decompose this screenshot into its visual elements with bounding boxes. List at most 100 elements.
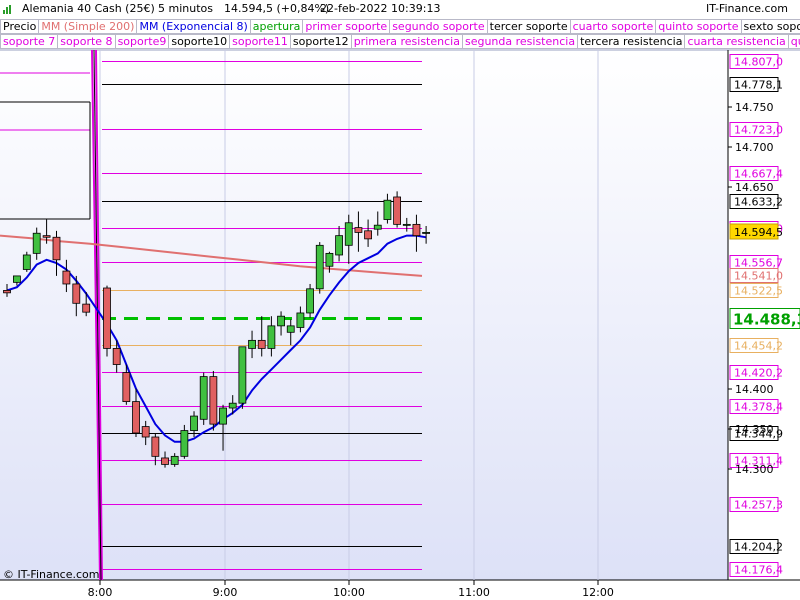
transition-line-0 bbox=[91, 49, 101, 581]
candle-33 bbox=[335, 225, 343, 262]
candle-1 bbox=[12, 275, 21, 286]
candle-11 bbox=[122, 364, 131, 405]
x-tick-label-1: 9:00 bbox=[213, 586, 238, 599]
legend-item-r1-6[interactable]: tercer soporte bbox=[487, 19, 571, 34]
price-axis-background bbox=[728, 50, 800, 580]
legend-row-1: Precio MM (Simple 200) MM (Exponencial 8) a… bbox=[0, 19, 800, 34]
legend-item-r1-5[interactable]: segundo soporte bbox=[390, 19, 488, 34]
candle-body-19 bbox=[199, 376, 208, 420]
candle-body-30 bbox=[306, 288, 314, 314]
legend-item-r1-4[interactable]: primer soporte bbox=[303, 19, 391, 34]
level-label-9: 14.454,2 bbox=[734, 340, 783, 353]
candle-32 bbox=[325, 251, 334, 273]
level-label-box-12 bbox=[729, 426, 779, 441]
legend-item-r1-1[interactable]: MM (Simple 200) bbox=[39, 19, 138, 34]
candle-19 bbox=[199, 372, 208, 425]
level-label-10: 14.420,2 bbox=[734, 367, 783, 380]
candle-body-37 bbox=[373, 224, 382, 230]
legend-item-r1-9[interactable]: sexto soporte bbox=[741, 19, 800, 34]
level-label-box-16 bbox=[729, 562, 779, 577]
candle-body-18 bbox=[190, 415, 198, 431]
legend-item-r2-8[interactable]: tercera resistencia bbox=[578, 34, 686, 49]
timeframe: 5 minutos bbox=[158, 2, 213, 15]
current-price-box bbox=[729, 223, 779, 240]
candle-body-31 bbox=[315, 244, 324, 290]
legend-item-r2-4[interactable]: soporte11 bbox=[230, 34, 291, 49]
datetime: 22-feb-2022 10:39:13 bbox=[320, 2, 441, 15]
instrument-name: Alemania 40 Cash (25€) bbox=[22, 2, 155, 15]
current-price-label: 14.594,5 bbox=[734, 226, 783, 239]
legend-item-r2-2[interactable]: soporte9 bbox=[115, 34, 170, 49]
level-label-2: 14.723,0 bbox=[734, 124, 783, 137]
level-label-14: 14.257,3 bbox=[734, 499, 783, 512]
level-label-1: 14.778,1 bbox=[734, 79, 783, 92]
header-bar: Alemania 40 Cash (25€) 5 minutos 14.594,… bbox=[0, 0, 800, 18]
level-label-box-13 bbox=[729, 453, 779, 468]
candle-21 bbox=[219, 404, 227, 451]
legend-item-r1-3[interactable]: apertura bbox=[250, 19, 304, 34]
level-label-7: 14.541,0 bbox=[734, 270, 783, 283]
candle-body-15 bbox=[161, 457, 169, 465]
legend-item-r2-6[interactable]: primera resistencia bbox=[351, 34, 463, 49]
x-tick-label-3: 11:00 bbox=[458, 586, 490, 599]
y-tick-label-1: 14.700 bbox=[735, 141, 774, 154]
level-label-5: 14.599,0 bbox=[734, 223, 783, 236]
candle-body-40 bbox=[402, 223, 411, 226]
source-credit: © IT-Finance.com bbox=[3, 568, 100, 581]
candle-body-22 bbox=[228, 402, 237, 409]
legend-item-r2-0[interactable]: soporte 7 bbox=[0, 34, 59, 49]
candle-body-25 bbox=[257, 339, 266, 349]
candle-body-33 bbox=[335, 235, 343, 256]
indicator-legend: Precio MM (Simple 200) MM (Exponencial 8) a… bbox=[0, 18, 800, 49]
candle-body-41 bbox=[412, 223, 421, 237]
candle-body-14 bbox=[151, 436, 160, 457]
legend-item-r2-10[interactable]: quinta resistencia bbox=[788, 34, 800, 49]
candle-body-28 bbox=[286, 325, 295, 333]
price-chart: 14.807,0 14.778,1 14.723,0 14.667,4 14.633,2… bbox=[0, 49, 800, 599]
candle-body-1 bbox=[12, 275, 21, 283]
candle-41 bbox=[412, 214, 421, 252]
candle-9 bbox=[103, 285, 111, 357]
last-price: 14.594,5 (+0,84%) bbox=[224, 2, 330, 15]
legend-item-r2-1[interactable]: soporte 8 bbox=[58, 34, 116, 49]
x-tick-label-0: 8:00 bbox=[88, 586, 113, 599]
legend-item-r1-7[interactable]: cuarto soporte bbox=[570, 19, 657, 34]
candle-body-27 bbox=[277, 315, 285, 327]
candle-16 bbox=[170, 453, 179, 467]
level-label-box-11 bbox=[729, 399, 779, 414]
candle-37 bbox=[373, 211, 382, 236]
level-label-16: 14.176,4 bbox=[734, 564, 783, 577]
candle-30 bbox=[306, 283, 314, 318]
level-label-15: 14.204,2 bbox=[734, 541, 783, 554]
candle-31 bbox=[315, 242, 324, 294]
candle-body-0 bbox=[3, 290, 11, 294]
legend-item-r1-0[interactable]: Precio bbox=[0, 19, 40, 34]
candle-body-34 bbox=[344, 222, 353, 246]
legend-item-r2-3[interactable]: soporte10 bbox=[169, 34, 231, 49]
candle-27 bbox=[277, 311, 285, 336]
legend-item-r2-9[interactable]: cuarta resistencia bbox=[685, 34, 789, 49]
legend-item-r2-5[interactable]: soporte12 bbox=[290, 34, 352, 49]
legend-item-r2-7[interactable]: segunda resistencia bbox=[462, 34, 579, 49]
candle-14 bbox=[151, 432, 160, 466]
level-label-0: 14.807,0 bbox=[734, 56, 783, 69]
apertura-label: 14.488,3 bbox=[733, 311, 800, 329]
level-label-8: 14.522,5 bbox=[734, 285, 783, 298]
transition-line-2 bbox=[93, 49, 102, 581]
level-label-box-1 bbox=[729, 77, 779, 92]
candle-3 bbox=[32, 227, 41, 260]
candle-body-4 bbox=[42, 235, 51, 238]
candle-body-12 bbox=[132, 401, 140, 434]
legend-item-r1-8[interactable]: quinto soporte bbox=[656, 19, 742, 34]
legend-item-r1-2[interactable]: MM (Exponencial 8) bbox=[137, 19, 251, 34]
level-label-12: 14.344,9 bbox=[734, 428, 783, 441]
candle-20 bbox=[209, 370, 218, 431]
level-label-box-15 bbox=[729, 539, 779, 554]
y-tick-label-5: 14.300 bbox=[735, 463, 774, 476]
y-tick-label-0: 14.750 bbox=[735, 101, 774, 114]
candle-body-32 bbox=[325, 252, 334, 267]
candle-body-29 bbox=[296, 312, 305, 328]
candle-body-7 bbox=[72, 283, 81, 304]
level-label-box-9 bbox=[729, 338, 779, 353]
transition-line-1 bbox=[95, 49, 103, 581]
